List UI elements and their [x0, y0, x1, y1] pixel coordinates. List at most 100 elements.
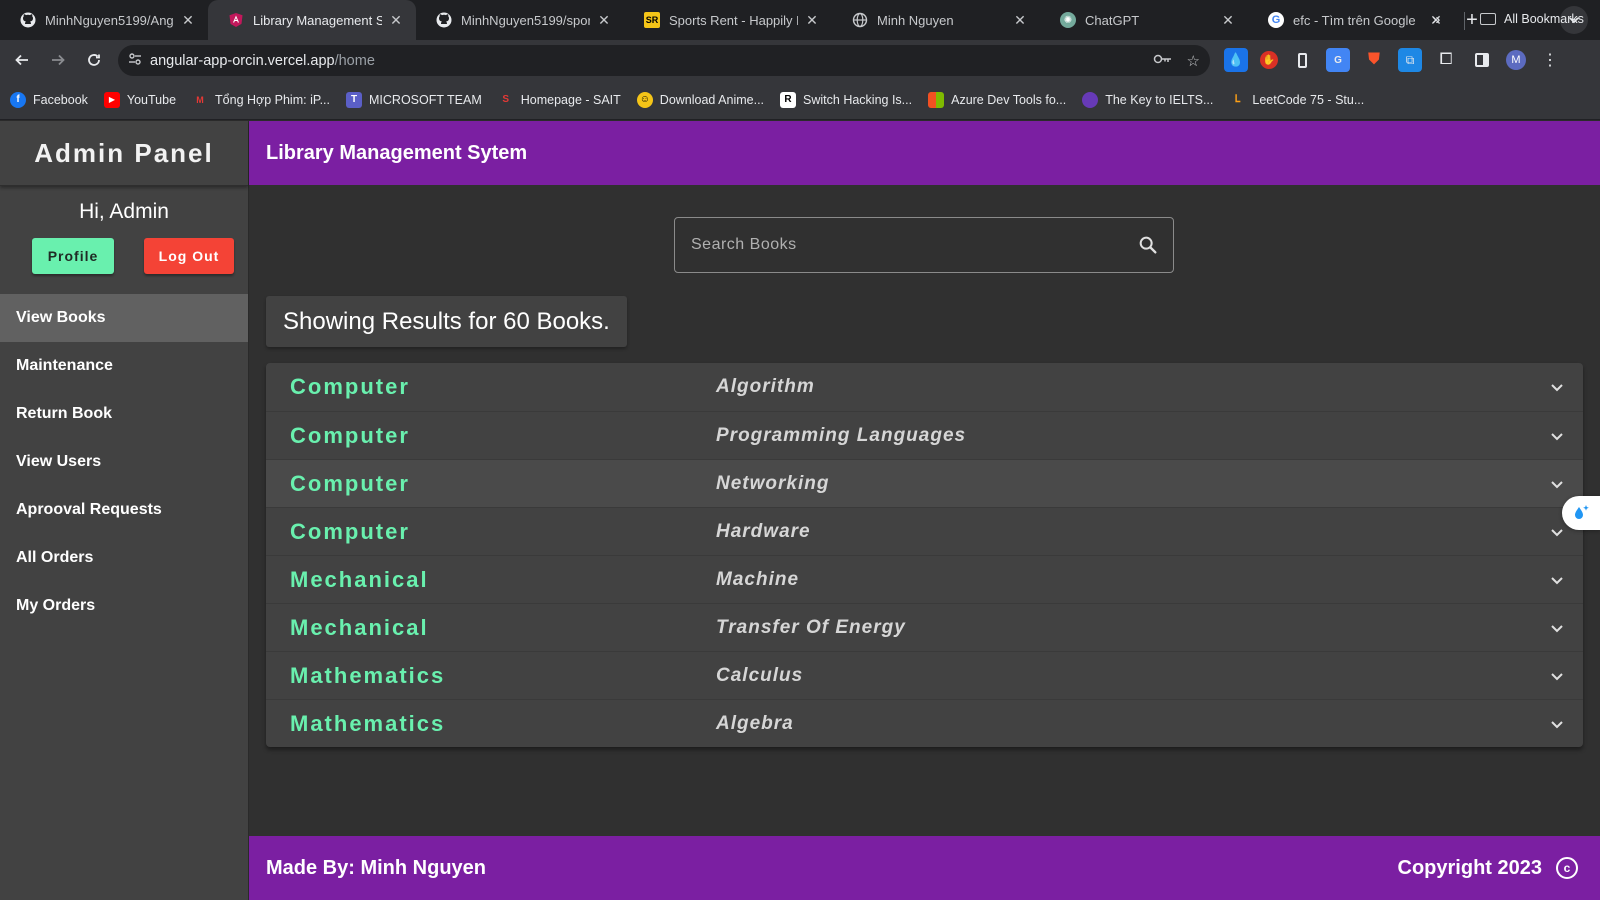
angular-icon	[228, 12, 244, 28]
copyright-text: Copyright 2023	[1397, 856, 1542, 879]
bookmark-label: Switch Hacking Is...	[803, 92, 913, 107]
sidebar-actions: Profile Log Out	[0, 238, 248, 274]
brave-shield-icon[interactable]: ⛊	[1362, 48, 1386, 72]
forward-button[interactable]	[40, 42, 76, 78]
subcategory-label: Hardware	[716, 520, 811, 542]
sidebar-item-return-book[interactable]: Return Book	[0, 390, 248, 438]
logout-button[interactable]: Log Out	[144, 238, 234, 274]
accordion-row[interactable]: Computer Programming Languages	[266, 411, 1583, 459]
accordion-row[interactable]: Mechanical Transfer Of Energy	[266, 603, 1583, 651]
made-by-text: Made By: Minh Nguyen	[266, 856, 487, 879]
browser-tab[interactable]: G efc - Tìm trên Google ✕	[1248, 0, 1456, 40]
key-icon[interactable]	[1153, 52, 1173, 70]
profile-button[interactable]: Profile	[32, 238, 114, 274]
browser-tab[interactable]: MinhNguyen5199/sportrent ✕	[416, 0, 624, 40]
browser-tab-strip: MinhNguyen5199/Angular-app ✕ Library Man…	[0, 0, 1600, 40]
close-icon[interactable]: ✕	[804, 12, 820, 29]
sidebar-item-maintenance[interactable]: Maintenance	[0, 342, 248, 390]
search-input[interactable]	[691, 236, 1137, 254]
globe-icon	[852, 12, 868, 28]
tab-title: Minh Nguyen	[877, 12, 954, 28]
chevron-down-icon[interactable]	[1547, 474, 1567, 494]
switch-hacking-icon: R	[780, 91, 797, 108]
bookmark-item[interactable]: R Switch Hacking Is...	[780, 91, 913, 108]
phone-icon[interactable]	[1290, 48, 1314, 72]
teams-icon: T	[346, 91, 362, 108]
chevron-down-icon[interactable]	[1547, 570, 1567, 590]
floating-assistant-button[interactable]	[1562, 496, 1600, 530]
bookmark-item[interactable]: ▶ YouTube	[103, 91, 177, 108]
bookmark-item[interactable]: S Homepage - SAIT	[498, 92, 620, 108]
bookmark-item[interactable]: The Key to IELTS...	[1082, 91, 1214, 108]
bookmark-item[interactable]: Azure Dev Tools fo...	[928, 91, 1067, 108]
accordion-row[interactable]: Mathematics Algebra	[266, 699, 1583, 747]
search-icon[interactable]	[1137, 234, 1159, 256]
close-icon[interactable]: ✕	[1012, 12, 1028, 29]
bookmark-label: YouTube	[126, 92, 177, 107]
sidebar-item-view-users[interactable]: View Users	[0, 438, 248, 486]
close-icon[interactable]: ✕	[180, 12, 196, 29]
bookmark-label: Tổng Hợp Phim: iP...	[215, 92, 330, 107]
red-hand-icon[interactable]: ✋	[1260, 51, 1278, 69]
subcategory-label: Programming Languages	[716, 424, 967, 446]
accordion-row[interactable]: Computer Networking	[266, 459, 1583, 507]
sidebar-item-view-books[interactable]: View Books	[0, 294, 248, 342]
site-info-icon[interactable]	[128, 52, 150, 69]
chevron-down-icon[interactable]	[1547, 618, 1567, 638]
chatgpt-icon: ✺	[1060, 12, 1076, 28]
chevron-down-icon[interactable]	[1547, 714, 1567, 734]
bookmarks-overflow-icon[interactable]: »	[1432, 11, 1440, 28]
puzzle-icon[interactable]: ⧠	[1434, 48, 1458, 72]
water-drop-icon[interactable]: 💧	[1224, 48, 1248, 72]
movie-site-icon: M	[196, 94, 204, 105]
chevron-down-icon[interactable]	[1547, 522, 1567, 542]
subcategory-label: Transfer Of Energy	[716, 616, 906, 638]
translate-icon[interactable]: G	[1326, 48, 1350, 72]
sidebar-item-approval-requests[interactable]: Aprooval Requests	[0, 486, 248, 534]
leetcode-icon: ᒪ	[1234, 94, 1241, 105]
browser-tab[interactable]: SR Sports Rent - Happily Rent ✕	[624, 0, 832, 40]
close-icon[interactable]: ✕	[596, 12, 612, 29]
back-button[interactable]	[4, 42, 40, 78]
browser-tab[interactable]: MinhNguyen5199/Angular-app ✕	[0, 0, 208, 40]
sidebar-item-my-orders[interactable]: My Orders	[0, 582, 248, 630]
bookmark-label: Facebook	[33, 92, 88, 107]
results-count: Showing Results for 60 Books.	[266, 296, 627, 347]
search-field[interactable]	[674, 217, 1174, 273]
bookmark-label: Azure Dev Tools fo...	[951, 92, 1067, 107]
star-icon[interactable]: ☆	[1187, 52, 1200, 70]
reload-button[interactable]	[76, 42, 112, 78]
bookmark-item[interactable]: ☺ Download Anime...	[636, 91, 764, 108]
accordion-row[interactable]: Computer Hardware	[266, 507, 1583, 555]
bookmark-item[interactable]: ᒪ LeetCode 75 - Stu...	[1229, 92, 1365, 108]
bookmark-label: The Key to IELTS...	[1105, 92, 1214, 107]
anime-icon: ☺	[636, 91, 653, 108]
chevron-down-icon[interactable]	[1547, 426, 1567, 446]
tab-title: Library Management Sys	[253, 12, 382, 28]
close-icon[interactable]: ✕	[388, 12, 404, 29]
all-bookmarks-button[interactable]: All Bookmarks	[1480, 12, 1584, 26]
browser-tab[interactable]: Minh Nguyen ✕	[832, 0, 1040, 40]
accordion-row[interactable]: Mechanical Machine	[266, 555, 1583, 603]
browser-tab-active[interactable]: Library Management Sys ✕	[208, 0, 416, 40]
bookmark-item[interactable]: f Facebook	[10, 91, 88, 108]
address-bar[interactable]: angular-app-orcin.vercel.app/home ☆	[118, 45, 1210, 76]
browser-tab[interactable]: ✺ ChatGPT ✕	[1040, 0, 1248, 40]
category-label: Computer	[290, 470, 410, 496]
kebab-menu-icon[interactable]: ⋮	[1538, 48, 1562, 72]
accordion-row[interactable]: Computer Algorithm	[266, 363, 1583, 411]
screen-capture-icon[interactable]: ⧉	[1398, 48, 1422, 72]
sidebar-item-all-orders[interactable]: All Orders	[0, 534, 248, 582]
bookmark-item[interactable]: M Tổng Hợp Phim: iP...	[192, 92, 330, 108]
side-panel-icon[interactable]	[1470, 48, 1494, 72]
all-bookmarks-label: All Bookmarks	[1504, 12, 1584, 26]
chevron-down-icon[interactable]	[1547, 377, 1567, 397]
profile-avatar[interactable]: M	[1506, 50, 1526, 70]
close-icon[interactable]: ✕	[1220, 12, 1236, 29]
main-content: Showing Results for 60 Books. Computer A…	[249, 185, 1600, 836]
bookmark-item[interactable]: T MICROSOFT TEAM	[346, 91, 482, 108]
accordion-row[interactable]: Mathematics Calculus	[266, 651, 1583, 699]
chevron-down-icon[interactable]	[1547, 666, 1567, 686]
ielts-icon	[1082, 91, 1099, 108]
reload-icon	[88, 54, 100, 66]
